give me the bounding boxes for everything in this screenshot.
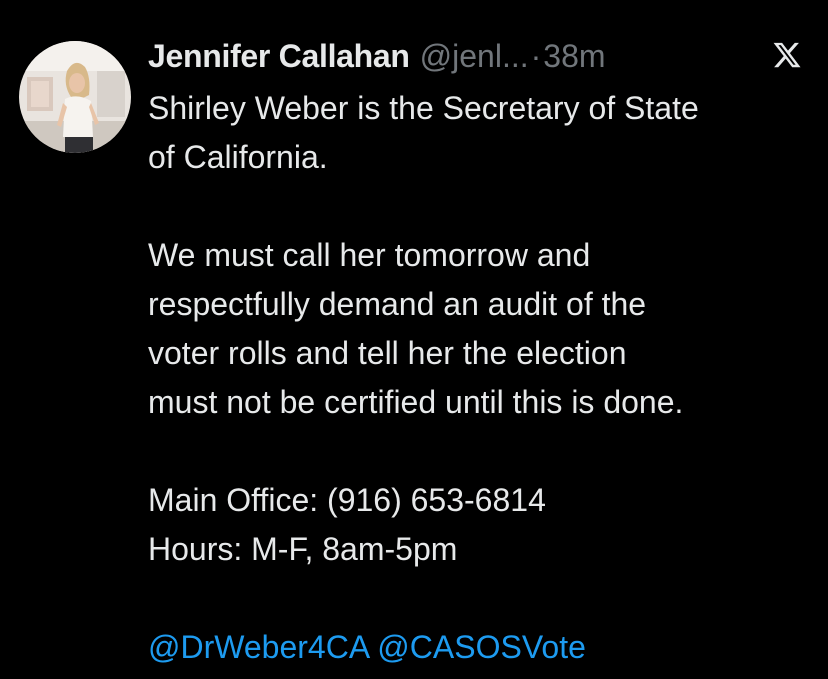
x-logo-icon[interactable] [772,40,802,70]
mention-link-casosvote[interactable]: @CASOSVote [377,629,586,665]
author-handle[interactable]: @jenl... [420,36,529,76]
mention-link-drweber4ca[interactable]: @DrWeber4CA [148,629,368,665]
paragraph-break [148,574,818,623]
avatar[interactable] [19,41,131,153]
mentions-line: @DrWeber4CA @CASOSVote [148,623,818,672]
paragraph-break [148,427,818,476]
tweet-text: Shirley Weber is the Secretary of State … [148,84,818,672]
profile-photo-avatar [19,41,131,153]
timestamp[interactable]: 38m [543,36,605,76]
header-separator: · [530,38,542,74]
author-name[interactable]: Jennifer Callahan [148,36,410,76]
tweet-text-line: Hours: M-F, 8am-5pm [148,531,458,567]
tweet-text-line: Main Office: (916) 653-6814 [148,482,546,518]
tweet-text-line: Shirley Weber is the Secretary of State [148,90,699,126]
tweet-header: Jennifer Callahan @jenl... · 38m [148,36,606,76]
tweet-text-line: must not be certified until this is done… [148,384,684,420]
tweet-text-line: We must call her tomorrow and [148,237,591,273]
paragraph-break [148,182,818,231]
tweet-text-line: respectfully demand an audit of the [148,286,647,322]
tweet-text-line: voter rolls and tell her the election [148,335,627,371]
tweet-text-line: of California. [148,139,328,175]
